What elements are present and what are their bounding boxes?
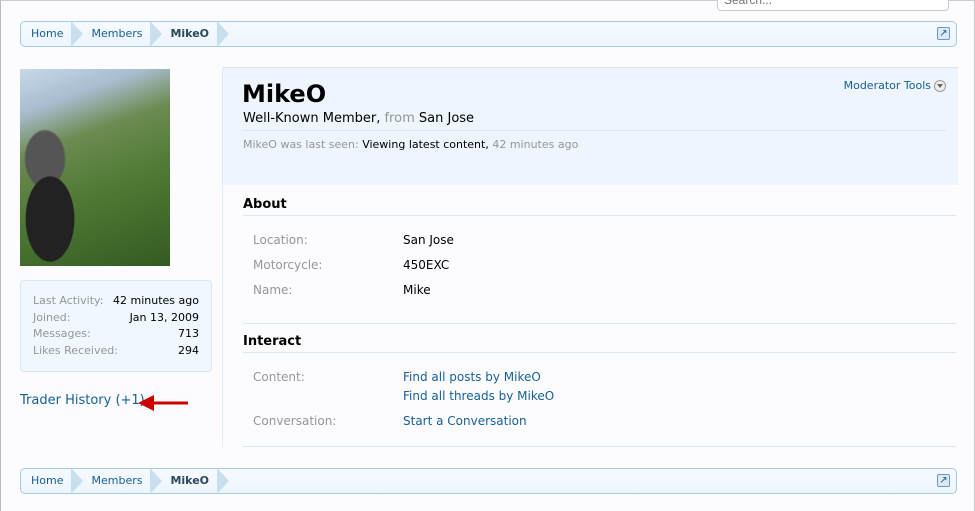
field-label: Name: bbox=[253, 283, 293, 297]
avatar bbox=[20, 69, 170, 266]
member-title: Well-Known Member, from San Jose bbox=[243, 111, 474, 126]
chevron-down-icon[interactable] bbox=[934, 79, 946, 92]
breadcrumb-current[interactable]: MikeO bbox=[160, 21, 229, 47]
stat-value: 42 minutes ago bbox=[113, 294, 199, 307]
breadcrumb-home[interactable]: Home bbox=[21, 468, 84, 494]
breadcrumb-home[interactable]: Home bbox=[21, 21, 84, 47]
last-seen-label: MikeO was last seen: bbox=[243, 138, 359, 151]
field-label: Motorcycle: bbox=[253, 258, 323, 272]
find-posts-link[interactable]: Find all posts by MikeO bbox=[403, 370, 541, 384]
last-seen-activity: Viewing latest content, bbox=[362, 138, 489, 151]
breadcrumb-members[interactable]: Members bbox=[81, 468, 163, 494]
user-title: Well-Known Member, bbox=[243, 111, 381, 126]
breadcrumb-top: Home Members MikeO ↗ bbox=[20, 21, 957, 47]
about-heading: About bbox=[243, 197, 956, 216]
field-value: San Jose bbox=[403, 233, 454, 247]
breadcrumb-members[interactable]: Members bbox=[81, 21, 163, 47]
moderator-tools-label[interactable]: Moderator Tools bbox=[844, 79, 931, 92]
last-seen-time: 42 minutes ago bbox=[492, 138, 579, 151]
member-name: MikeO bbox=[242, 80, 327, 108]
content-label: Content: bbox=[253, 370, 305, 384]
stat-value: Jan 13, 2009 bbox=[129, 310, 199, 324]
about-section: About Location: San Jose Motorcycle: 450EX… bbox=[243, 197, 956, 308]
stat-label: Messages: bbox=[33, 327, 91, 340]
member-location: San Jose bbox=[418, 111, 475, 126]
stat-value: 713 bbox=[178, 327, 199, 340]
stat-value: 294 bbox=[178, 343, 199, 357]
jump-to-icon[interactable]: ↗ bbox=[937, 27, 950, 40]
conversation-label: Conversation: bbox=[253, 414, 337, 428]
start-conversation-link[interactable]: Start a Conversation bbox=[403, 414, 527, 428]
breadcrumb-bottom: Home Members MikeO ↗ bbox=[20, 468, 957, 494]
divider bbox=[243, 323, 956, 324]
stat-label: Likes Received: bbox=[33, 343, 118, 357]
jump-to-icon[interactable]: ↗ bbox=[937, 474, 950, 487]
trader-history-link[interactable]: Trader History (+1) bbox=[20, 393, 145, 408]
stat-label: Joined: bbox=[33, 310, 71, 324]
search-input[interactable] bbox=[717, 0, 949, 11]
breadcrumb-current[interactable]: MikeO bbox=[160, 468, 229, 494]
member-stats: Last Activity: 42 minutes ago Joined: Jan … bbox=[20, 280, 212, 372]
find-threads-link[interactable]: Find all threads by MikeO bbox=[403, 389, 554, 403]
last-seen: MikeO was last seen: Viewing latest cont… bbox=[243, 138, 578, 151]
interact-section: Interact Content: Find all posts by MikeO… bbox=[243, 334, 956, 439]
divider bbox=[243, 446, 956, 447]
interact-heading: Interact bbox=[243, 334, 956, 353]
moderator-tools-menu[interactable]: Moderator Tools bbox=[844, 79, 946, 92]
profile-header: MikeO Well-Known Member, from San Jose M… bbox=[223, 67, 958, 185]
field-value: Mike bbox=[403, 283, 431, 297]
red-arrow-icon bbox=[138, 395, 188, 411]
stat-label: Last Activity: bbox=[33, 294, 104, 307]
from-label: from bbox=[384, 111, 415, 126]
field-value: 450EXC bbox=[403, 258, 450, 272]
field-label: Location: bbox=[253, 233, 308, 247]
